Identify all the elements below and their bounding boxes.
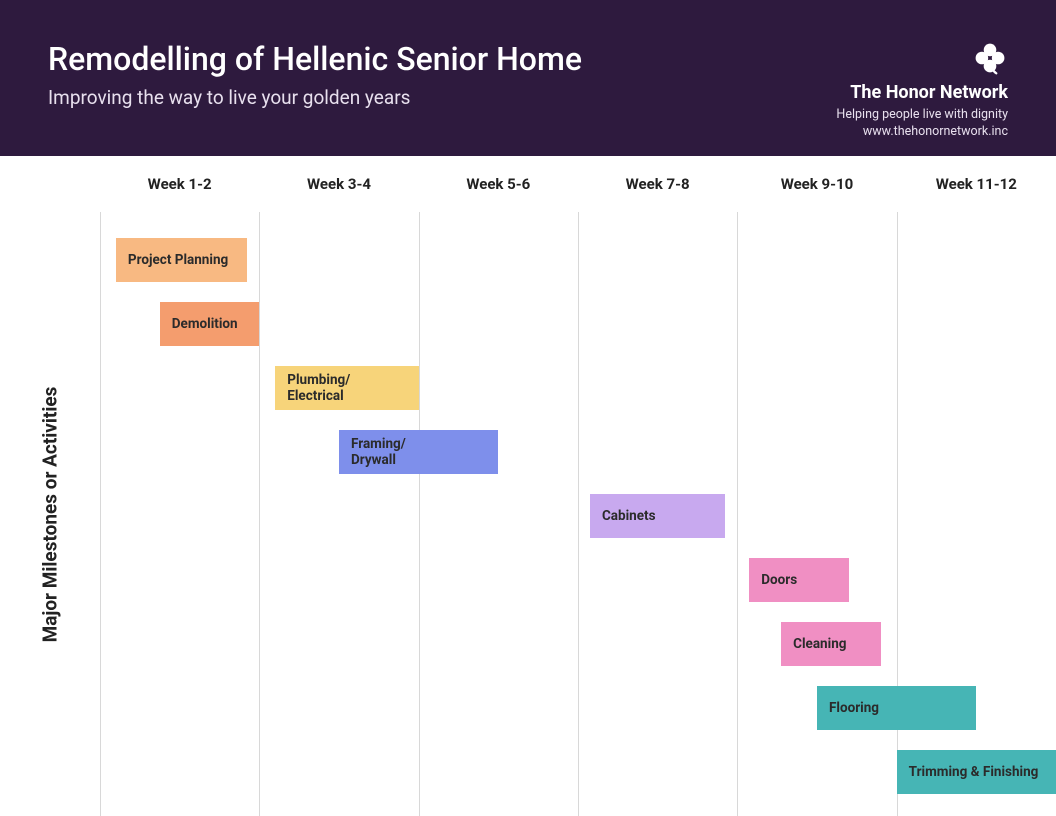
gantt-bar: Cleaning [781, 622, 881, 666]
gantt-bar: Flooring [817, 686, 976, 730]
chart-area: Major Milestones or Activities Project P… [0, 212, 1056, 816]
page-header: Remodelling of Hellenic Senior Home Impr… [0, 0, 1056, 156]
week-label: Week 1-2 [100, 175, 259, 193]
gantt-bar: Trimming & Finishing [897, 750, 1056, 794]
header-right: The Honor Network Helping people live wi… [836, 40, 1008, 139]
y-axis-label: Major Milestones or Activities [39, 386, 62, 642]
page-title: Remodelling of Hellenic Senior Home [48, 40, 582, 78]
week-label: Week 7-8 [578, 175, 737, 193]
week-label: Week 3-4 [259, 175, 418, 193]
gantt-bar: Cabinets [590, 494, 725, 538]
gantt-bar: Plumbing/ Electrical [275, 366, 418, 410]
gantt-bar: Demolition [160, 302, 260, 346]
brand-name: The Honor Network [836, 82, 1008, 103]
timeline-header: Week 1-2 Week 3-4 Week 5-6 Week 7-8 Week… [0, 156, 1056, 212]
week-label: Week 9-10 [737, 175, 896, 193]
gantt-bar: Framing/ Drywall [339, 430, 498, 474]
gantt-bars: Project Planning Demolition Plumbing/ Elec… [100, 212, 1056, 816]
week-label: Week 11-12 [897, 175, 1056, 193]
gantt-bar: Doors [749, 558, 849, 602]
header-left: Remodelling of Hellenic Senior Home Impr… [48, 40, 582, 109]
week-label: Week 5-6 [419, 175, 578, 193]
brand-logo [836, 40, 1008, 76]
brand-url: www.thehonornetwork.inc [836, 124, 1008, 139]
y-axis: Major Milestones or Activities [0, 212, 100, 816]
gantt-bar: Project Planning [116, 238, 247, 282]
page-subtitle: Improving the way to live your golden ye… [48, 86, 582, 109]
brand-tagline: Helping people live with dignity [836, 107, 1008, 122]
clover-icon [972, 40, 1008, 76]
gantt-grid: Project Planning Demolition Plumbing/ Elec… [100, 212, 1056, 816]
